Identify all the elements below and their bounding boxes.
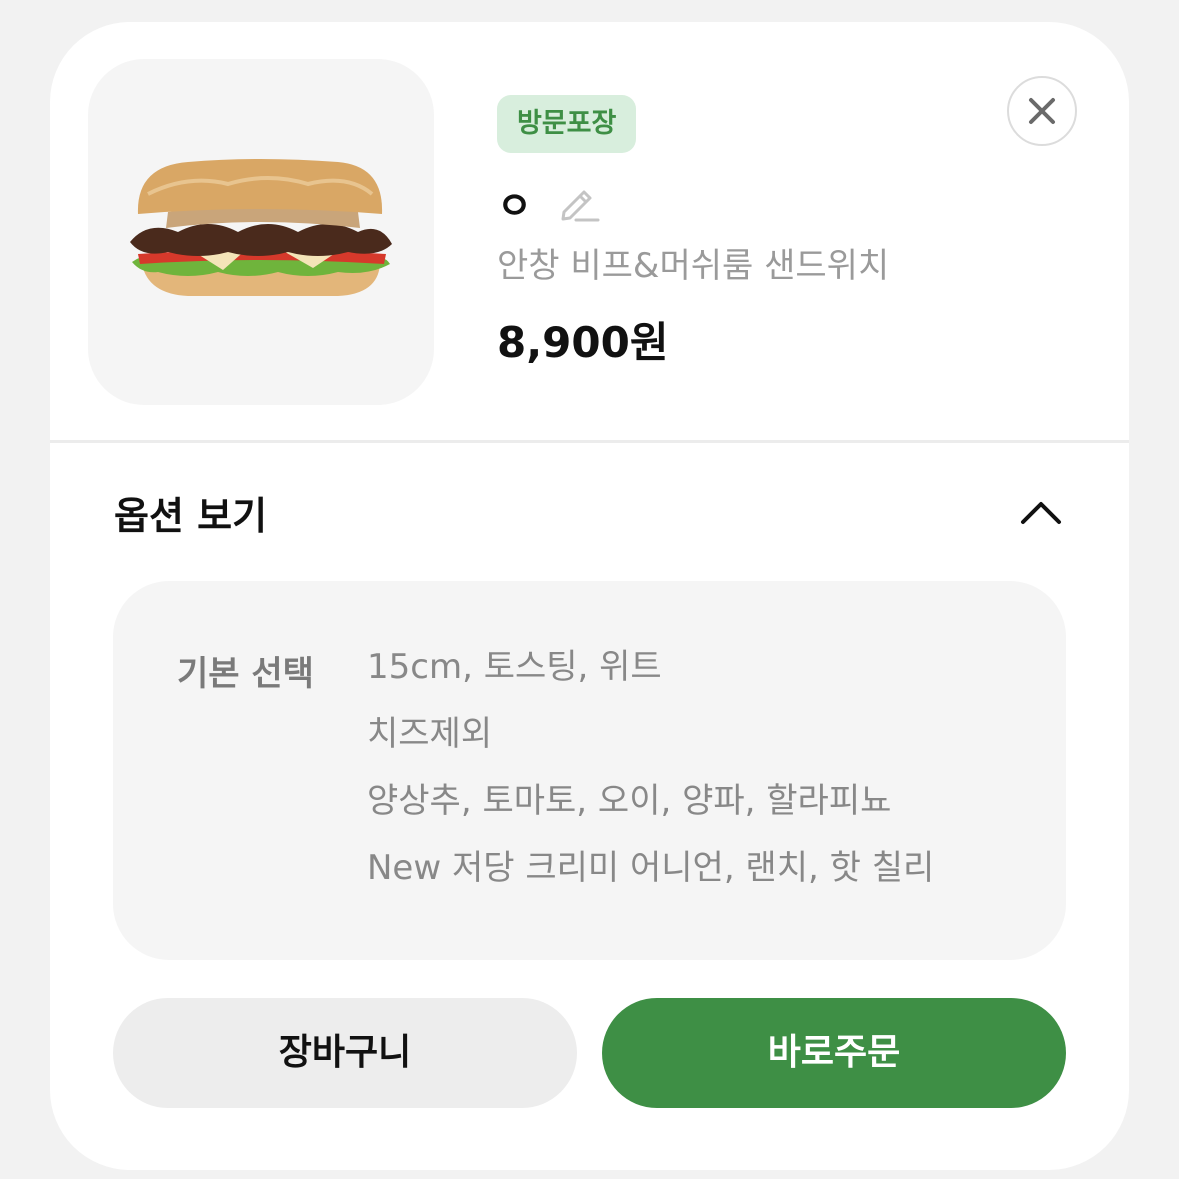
- sandwich-image: [130, 159, 392, 296]
- nickname-row: ㅇ: [497, 174, 600, 230]
- options-panel: 기본 선택 15cm, 토스팅, 위트 치즈제외 양상추, 토마토, 오이, 양…: [113, 581, 1066, 960]
- option-line-cheese: 치즈제외: [367, 714, 493, 754]
- takeout-badge: 방문포장: [497, 95, 637, 153]
- option-line-bread: 15cm, 토스팅, 위트: [367, 647, 662, 687]
- product-price: 8,900원: [497, 318, 669, 367]
- option-line-sauces: New 저당 크리미 어니언, 랜치, 핫 칠리: [367, 848, 935, 888]
- product-thumbnail: [88, 59, 434, 405]
- product-name: 안창 비프&머쉬룸 샌드위치: [497, 246, 890, 286]
- order-nickname: ㅇ: [497, 183, 532, 228]
- order-now-button[interactable]: 바로주문: [602, 998, 1066, 1108]
- option-line-vegetables: 양상추, 토마토, 오이, 양파, 할라피뇨: [367, 781, 892, 821]
- section-divider: [50, 440, 1129, 443]
- options-label: 기본 선택: [177, 654, 314, 694]
- close-icon: [1029, 98, 1055, 124]
- chevron-up-icon[interactable]: [1017, 492, 1065, 532]
- options-list: 15cm, 토스팅, 위트 치즈제외 양상추, 토마토, 오이, 양파, 할라피…: [367, 646, 934, 914]
- product-sheet: 방문포장 ㅇ 안창 비프&머쉬룸 샌드위치 8,900원 옵션 보기 기본 선택…: [50, 22, 1129, 1170]
- options-toggle-label[interactable]: 옵션 보기: [114, 485, 267, 540]
- pencil-icon[interactable]: [556, 180, 600, 224]
- close-button[interactable]: [1007, 76, 1077, 146]
- add-to-cart-button[interactable]: 장바구니: [113, 998, 577, 1108]
